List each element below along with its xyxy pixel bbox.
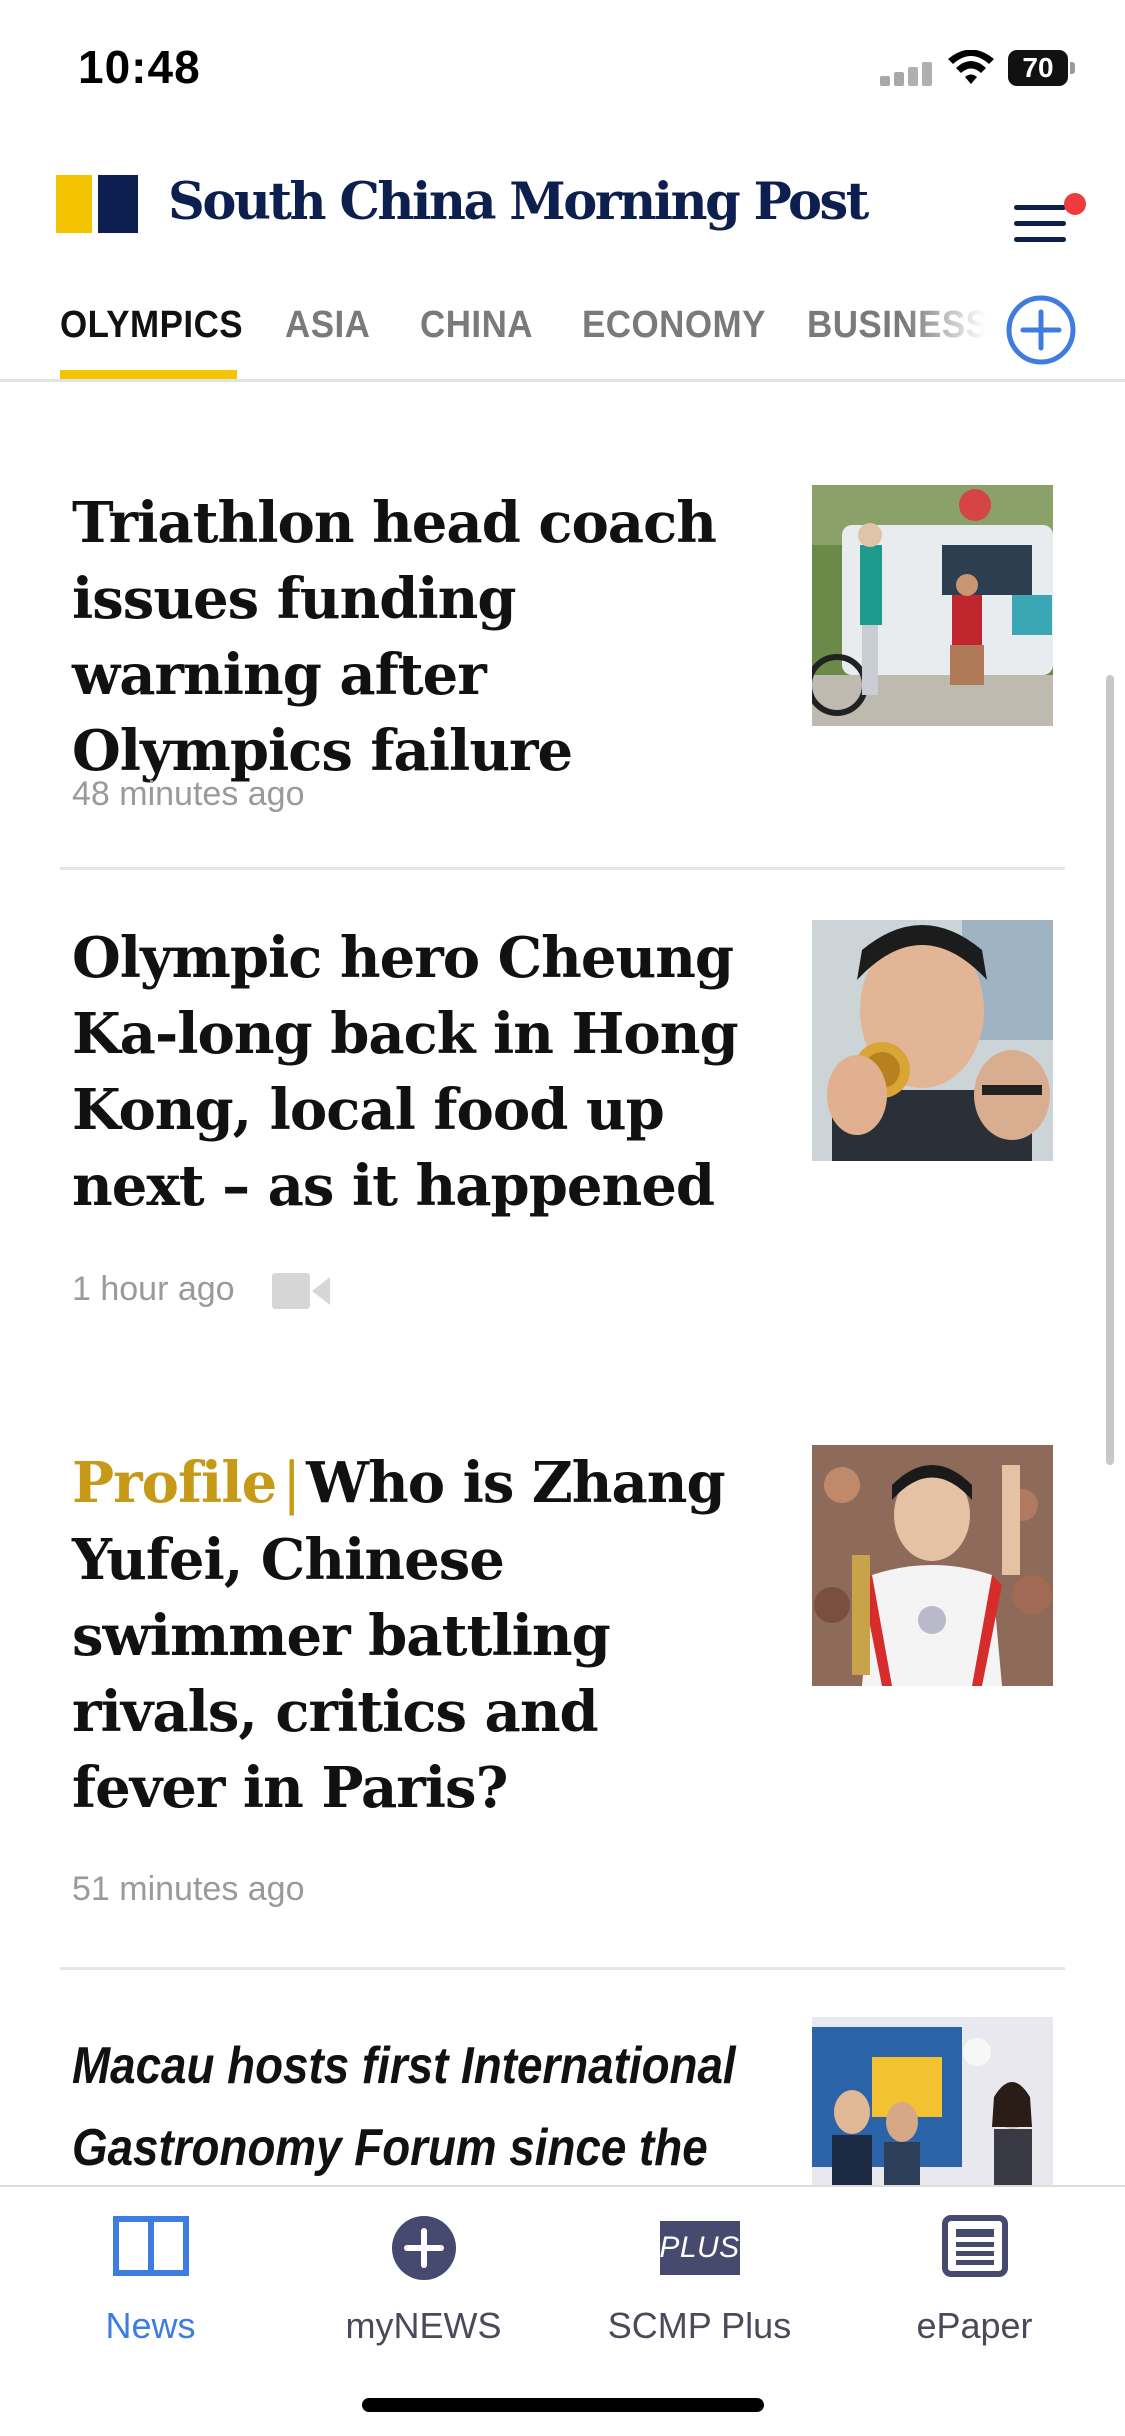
tab-china[interactable]: CHINA	[420, 304, 533, 347]
battery-icon: 70	[1008, 50, 1075, 86]
article-headline-line-1[interactable]: Macau hosts first International	[72, 2025, 736, 2107]
divider	[60, 1967, 1065, 1970]
article-thumbnail[interactable]	[812, 1445, 1053, 1686]
article-headline[interactable]: Triathlon head coach issues funding warn…	[72, 485, 752, 789]
cellular-signal-icon	[880, 60, 936, 86]
wifi-icon	[948, 50, 994, 84]
nav-news[interactable]: News	[10, 2187, 291, 2377]
status-time: 10:48	[78, 41, 201, 93]
article-thumbnail[interactable]	[812, 485, 1053, 726]
active-tab-indicator	[60, 370, 237, 379]
battery-level: 70	[1022, 52, 1054, 83]
nav-mynews[interactable]: myNEWS	[283, 2187, 564, 2377]
status-bar: 10:48 70	[0, 0, 1125, 140]
nav-epaper-label: ePaper	[916, 2305, 1033, 2346]
book-icon	[112, 2216, 189, 2276]
video-icon	[272, 1273, 330, 1309]
triathlon-photo	[812, 485, 1053, 726]
tab-asia[interactable]: ASIA	[285, 304, 370, 347]
home-indicator[interactable]	[362, 2398, 764, 2412]
nav-scmp-plus[interactable]: PLUS SCMP Plus	[559, 2187, 840, 2377]
article-timestamp: 1 hour ago	[72, 1270, 235, 1308]
tab-olympics[interactable]: OLYMPICS	[60, 304, 243, 347]
plus-badge-text: PLUS	[659, 2231, 740, 2264]
label-separator: |	[282, 1451, 301, 1516]
newspaper-icon	[941, 2215, 1008, 2277]
scmp-logo-icon[interactable]	[56, 175, 138, 233]
nav-news-label: News	[105, 2305, 196, 2346]
plus-badge-icon: PLUS	[659, 2221, 740, 2275]
forum-photo	[812, 2017, 1053, 2185]
notification-dot	[1064, 193, 1086, 215]
add-section-plus-icon[interactable]	[1005, 294, 1077, 366]
swimmer-photo	[812, 1445, 1053, 1686]
article-headline[interactable]: Olympic hero Cheung Ka-long back in Hong…	[72, 920, 752, 1224]
nav-scmp-plus-label: SCMP Plus	[607, 2305, 792, 2346]
app-header: South China Morning Post	[0, 150, 1125, 270]
tab-economy[interactable]: ECONOMY	[582, 304, 766, 347]
section-tabs: OLYMPICS ASIA CHINA ECONOMY BUSINESS	[0, 290, 1125, 382]
article-thumbnail[interactable]	[812, 2017, 1053, 2185]
divider	[60, 867, 1065, 870]
article-headline[interactable]: Profile | Who is Zhang Yufei, Chinese swim…	[72, 1445, 752, 1826]
brand-name[interactable]: South China Morning Post	[168, 172, 869, 232]
fencer-photo	[812, 920, 1053, 1161]
nav-epaper[interactable]: ePaper	[834, 2187, 1115, 2377]
article-thumbnail[interactable]	[812, 920, 1053, 1161]
article-timestamp: 51 minutes ago	[72, 1870, 305, 1908]
article-label-profile: Profile	[72, 1450, 277, 1516]
news-feed: Triathlon head coach issues funding warn…	[0, 385, 1125, 2185]
plus-circle-icon	[391, 2216, 456, 2280]
nav-mynews-label: myNEWS	[345, 2305, 502, 2346]
article-timestamp: 48 minutes ago	[72, 775, 305, 813]
scrollbar[interactable]	[1106, 675, 1114, 1465]
article-headline-line-2[interactable]: Gastronomy Forum since the	[72, 2107, 708, 2185]
hamburger-menu-icon[interactable]	[1010, 175, 1086, 242]
